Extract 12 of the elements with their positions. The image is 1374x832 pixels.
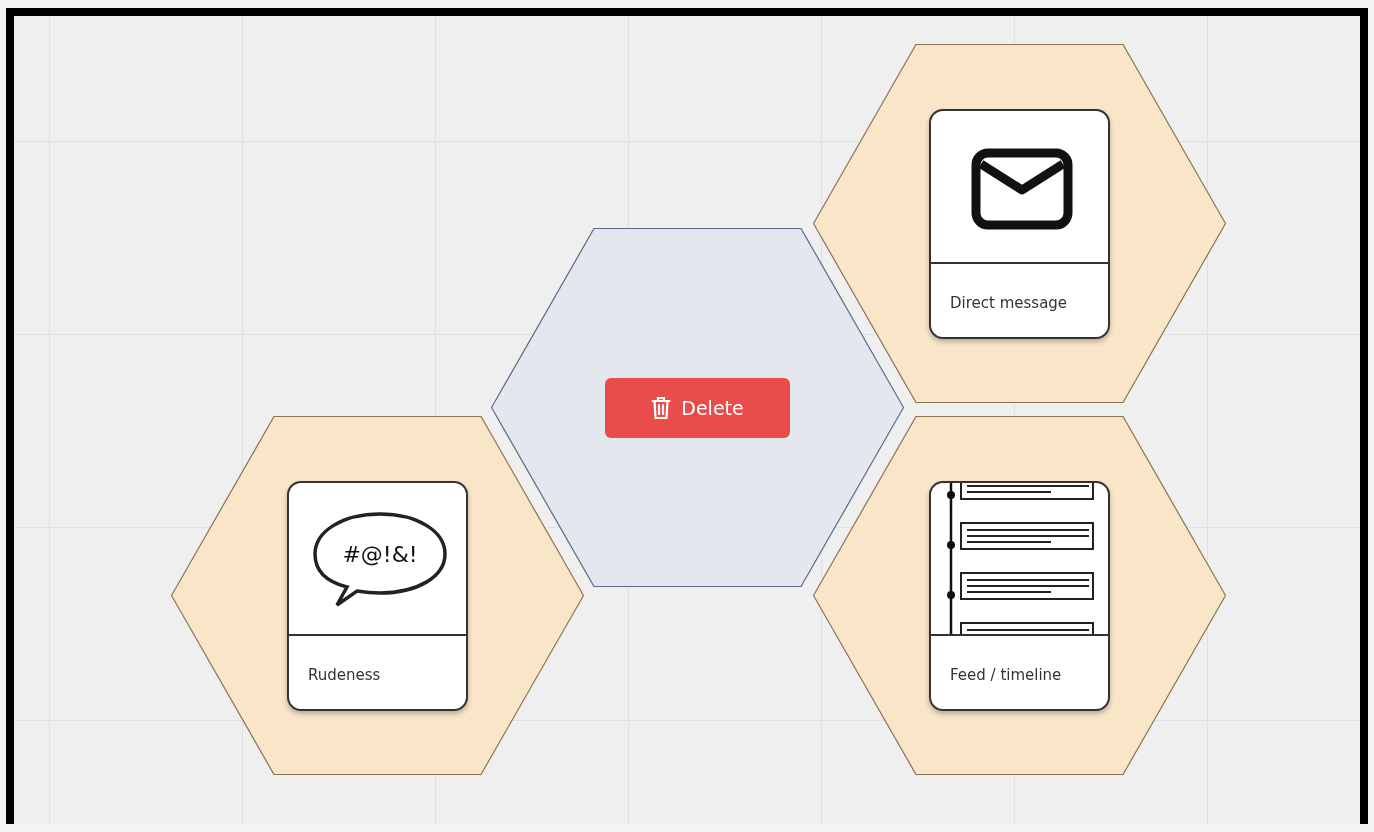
- card[interactable]: Feed / timeline: [929, 480, 1110, 711]
- hexagon-tile[interactable]: [491, 228, 904, 587]
- delete-button[interactable]: Delete: [605, 377, 790, 438]
- card[interactable]: Direct message: [929, 108, 1110, 339]
- trash-icon: [651, 395, 672, 420]
- card[interactable]: #@!&! Rudeness: [287, 480, 468, 711]
- envelope-icon: [971, 148, 1073, 229]
- speech-bubble-icon: [313, 511, 447, 607]
- card-label: Feed / timeline: [950, 666, 1062, 684]
- card-label: Rudeness: [308, 666, 381, 684]
- card-label: Direct message: [950, 294, 1068, 312]
- bubble-text: #@!&!: [342, 541, 418, 567]
